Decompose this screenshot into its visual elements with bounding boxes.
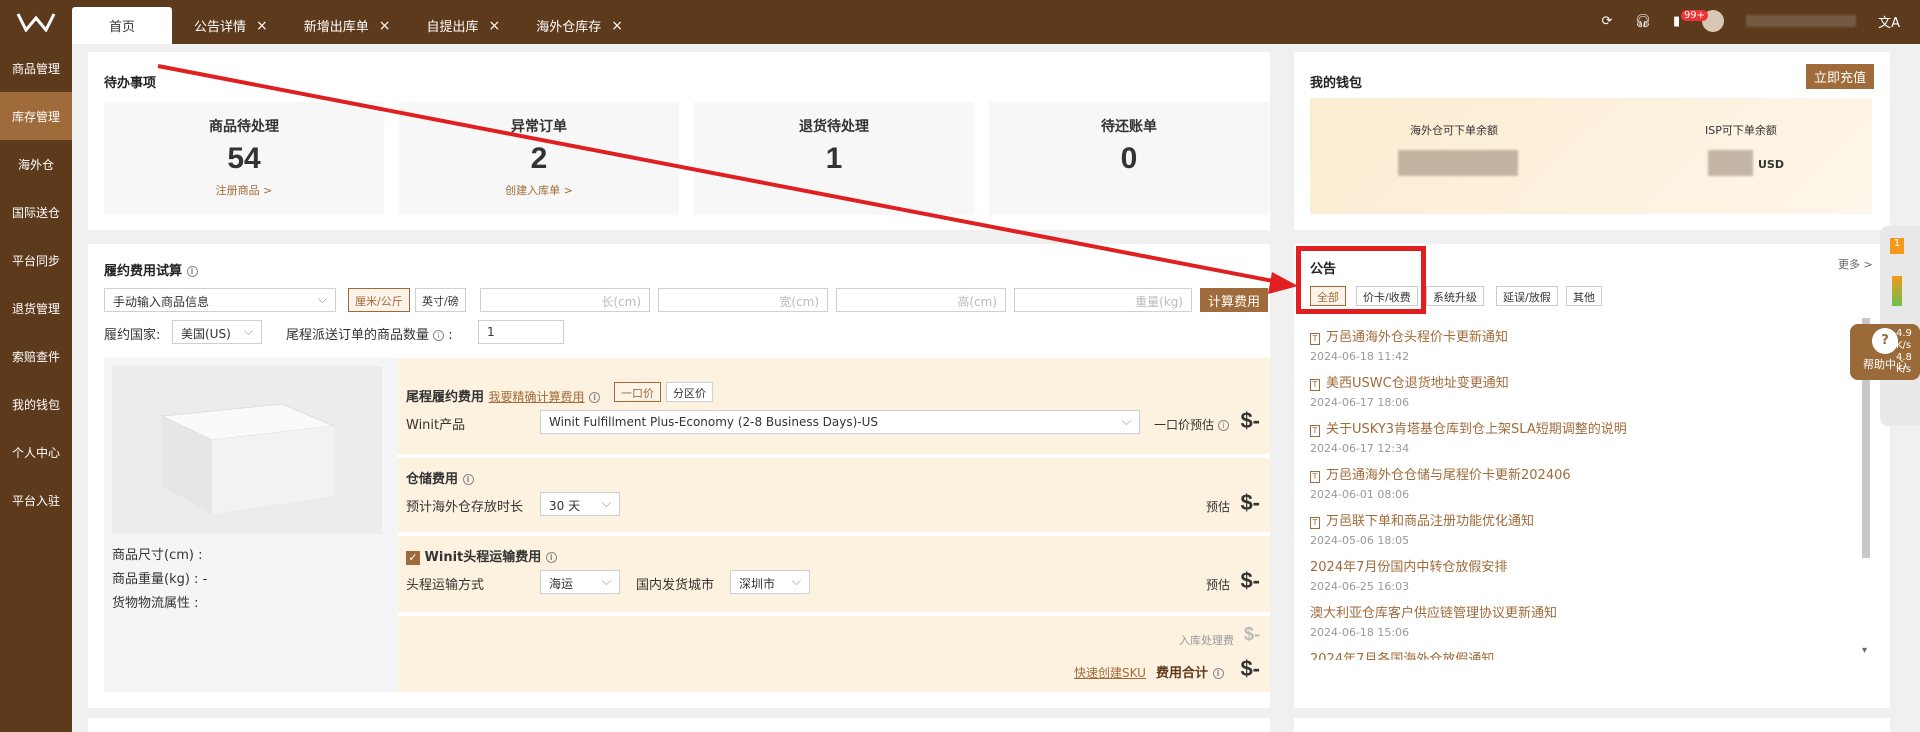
speed-down-value: 4.8 [1896,352,1912,363]
speed-unit: K/s [1896,364,1912,375]
level-icon: 1 [1890,238,1904,254]
meter-icon [1892,276,1902,306]
bottom-card-right [1294,718,1890,732]
question-icon: ? [1872,328,1898,354]
net-speed: 4.9 K/s 4.8 K/s [1896,328,1912,376]
annotation-arrow [157,64,1298,294]
speed-up-value: 4.9 [1896,328,1912,339]
speed-unit: K/s [1896,340,1912,351]
bottom-card-left [88,718,1270,732]
